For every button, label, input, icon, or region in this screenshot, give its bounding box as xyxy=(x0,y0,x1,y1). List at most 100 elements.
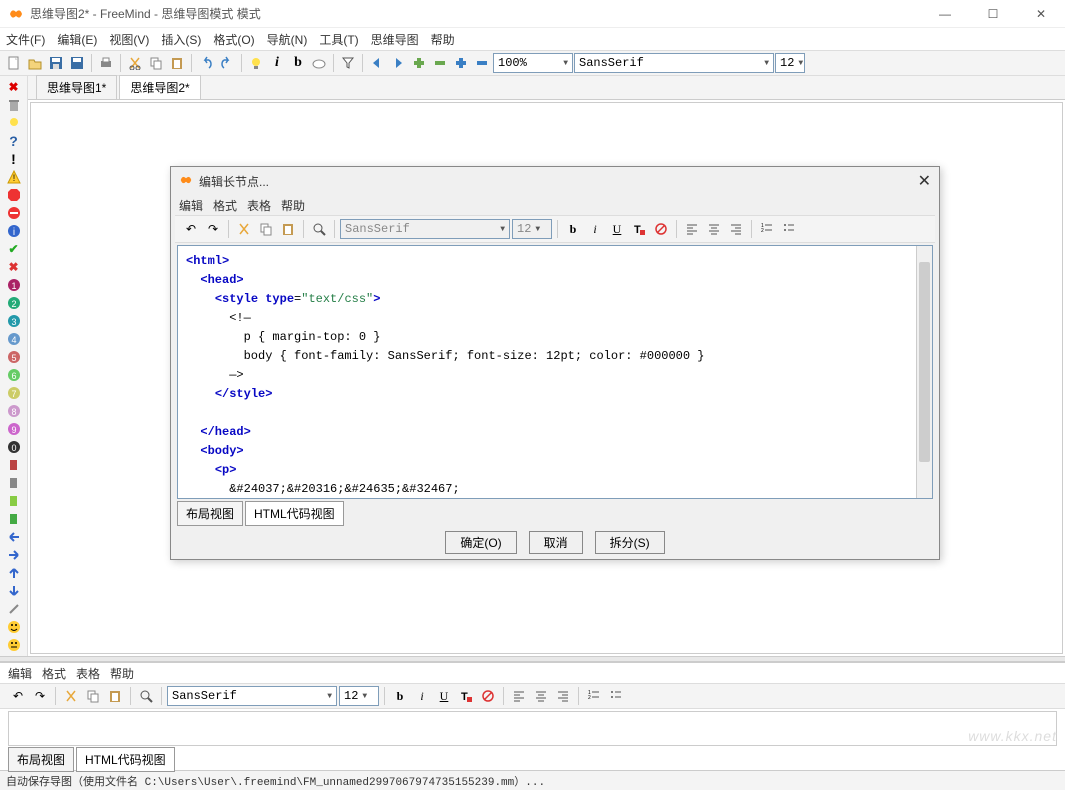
bulb-icon[interactable] xyxy=(4,114,24,131)
dialog-copy-icon[interactable] xyxy=(256,219,276,239)
bottom-menu-format[interactable]: 格式 xyxy=(42,665,66,682)
bottom-align-right-icon[interactable] xyxy=(553,686,573,706)
copy-icon[interactable] xyxy=(146,53,166,73)
dialog-size-combo[interactable]: 12▼ xyxy=(512,219,552,239)
prio3-icon[interactable]: 3 xyxy=(4,312,24,329)
remove-node-icon[interactable] xyxy=(430,53,450,73)
dialog-align-right-icon[interactable] xyxy=(726,219,746,239)
smiley-icon[interactable] xyxy=(4,619,24,636)
prio4-icon[interactable]: 4 xyxy=(4,330,24,347)
new-icon[interactable] xyxy=(4,53,24,73)
menu-navigate[interactable]: 导航(N) xyxy=(267,31,308,48)
dialog-split-button[interactable]: 拆分(S) xyxy=(595,531,665,554)
dialog-undo-icon[interactable]: ↶ xyxy=(181,219,201,239)
dialog-list-unordered-icon[interactable] xyxy=(779,219,799,239)
dialog-tab-layout[interactable]: 布局视图 xyxy=(177,501,243,526)
cloud-icon[interactable] xyxy=(309,53,329,73)
flag-gray-icon[interactable] xyxy=(4,475,24,492)
link-icon[interactable] xyxy=(4,601,24,618)
dialog-list-ordered-icon[interactable]: 12 xyxy=(757,219,777,239)
menu-file[interactable]: 文件(F) xyxy=(6,31,45,48)
undo-icon[interactable] xyxy=(196,53,216,73)
minimize-button[interactable]: — xyxy=(929,7,961,21)
bottom-editor-textarea[interactable] xyxy=(8,711,1057,746)
closed-icon[interactable] xyxy=(4,204,24,221)
trash-icon[interactable] xyxy=(4,96,24,113)
bottom-list-unordered-icon[interactable] xyxy=(606,686,626,706)
arrow-left-icon[interactable] xyxy=(4,529,24,546)
saveas-icon[interactable] xyxy=(67,53,87,73)
info-icon[interactable]: i xyxy=(4,222,24,239)
prio1-icon[interactable]: 1 xyxy=(4,276,24,293)
prio9-icon[interactable]: 9 xyxy=(4,421,24,438)
arrow-right-icon[interactable] xyxy=(4,547,24,564)
dialog-align-center-icon[interactable] xyxy=(704,219,724,239)
dialog-tab-html[interactable]: HTML代码视图 xyxy=(245,501,344,526)
delete-icon[interactable]: ✖ xyxy=(4,78,24,95)
menu-help[interactable]: 帮助 xyxy=(431,31,455,48)
bottom-copy-icon[interactable] xyxy=(83,686,103,706)
dialog-menu-edit[interactable]: 编辑 xyxy=(179,197,203,214)
prio2-icon[interactable]: 2 xyxy=(4,294,24,311)
open-icon[interactable] xyxy=(25,53,45,73)
flag-red-icon[interactable] xyxy=(4,457,24,474)
menu-insert[interactable]: 插入(S) xyxy=(161,31,201,48)
flag-green-icon[interactable] xyxy=(4,511,24,528)
prio5-icon[interactable]: 5 xyxy=(4,348,24,365)
dialog-bold-icon[interactable]: b xyxy=(563,219,583,239)
dialog-paste-icon[interactable] xyxy=(278,219,298,239)
dialog-ok-button[interactable]: 确定(O) xyxy=(445,531,516,554)
bottom-italic-icon[interactable]: i xyxy=(412,686,432,706)
ok-icon[interactable]: ✔ xyxy=(4,240,24,257)
print-icon[interactable] xyxy=(96,53,116,73)
dialog-close-button[interactable]: ✕ xyxy=(918,171,931,191)
idea-icon[interactable] xyxy=(246,53,266,73)
stop-icon[interactable] xyxy=(4,186,24,203)
dialog-menu-table[interactable]: 表格 xyxy=(247,197,271,214)
neutral-icon[interactable] xyxy=(4,637,24,654)
bottom-redo-icon[interactable]: ↷ xyxy=(30,686,50,706)
dialog-underline-icon[interactable]: U xyxy=(607,219,627,239)
bottom-clear-icon[interactable] xyxy=(478,686,498,706)
bottom-underline-icon[interactable]: U xyxy=(434,686,454,706)
bottom-menu-help[interactable]: 帮助 xyxy=(110,665,134,682)
dialog-clear-icon[interactable] xyxy=(651,219,671,239)
close-button[interactable]: ✕ xyxy=(1025,7,1057,21)
italic-icon[interactable]: i xyxy=(267,53,287,73)
menu-tools[interactable]: 工具(T) xyxy=(319,31,358,48)
menu-format[interactable]: 格式(O) xyxy=(213,31,254,48)
warning-icon[interactable]: ! xyxy=(4,168,24,185)
bottom-menu-edit[interactable]: 编辑 xyxy=(8,665,32,682)
bottom-menu-table[interactable]: 表格 xyxy=(76,665,100,682)
cut-icon[interactable] xyxy=(125,53,145,73)
font-combo[interactable]: SansSerif▼ xyxy=(574,53,774,73)
bottom-align-center-icon[interactable] xyxy=(531,686,551,706)
bottom-size-combo[interactable]: 12▼ xyxy=(339,686,379,706)
add2-icon[interactable] xyxy=(451,53,471,73)
tab-map2[interactable]: 思维导图2* xyxy=(119,75,200,99)
dialog-html-editor[interactable]: <html> <head> <style type="text/css"> <!… xyxy=(177,245,933,499)
bottom-color-icon[interactable]: T xyxy=(456,686,476,706)
menu-mindmap[interactable]: 思维导图 xyxy=(371,31,419,48)
bottom-find-icon[interactable] xyxy=(136,686,156,706)
add-node-icon[interactable] xyxy=(409,53,429,73)
zoom-combo[interactable]: 100%▼ xyxy=(493,53,573,73)
bottom-list-ordered-icon[interactable]: 12 xyxy=(584,686,604,706)
prio0-icon[interactable]: 0 xyxy=(4,439,24,456)
help-icon[interactable]: ? xyxy=(4,132,24,149)
prio7-icon[interactable]: 7 xyxy=(4,385,24,402)
filter-icon[interactable] xyxy=(338,53,358,73)
next-icon[interactable] xyxy=(388,53,408,73)
paste-icon[interactable] xyxy=(167,53,187,73)
dialog-cut-icon[interactable] xyxy=(234,219,254,239)
prio8-icon[interactable]: 8 xyxy=(4,403,24,420)
dialog-menu-help[interactable]: 帮助 xyxy=(281,197,305,214)
flag-lime-icon[interactable] xyxy=(4,493,24,510)
bold-icon[interactable]: b xyxy=(288,53,308,73)
dialog-menu-format[interactable]: 格式 xyxy=(213,197,237,214)
remove2-icon[interactable] xyxy=(472,53,492,73)
bottom-font-combo[interactable]: SansSerif▼ xyxy=(167,686,337,706)
prio6-icon[interactable]: 6 xyxy=(4,367,24,384)
save-icon[interactable] xyxy=(46,53,66,73)
dialog-color-icon[interactable]: T xyxy=(629,219,649,239)
